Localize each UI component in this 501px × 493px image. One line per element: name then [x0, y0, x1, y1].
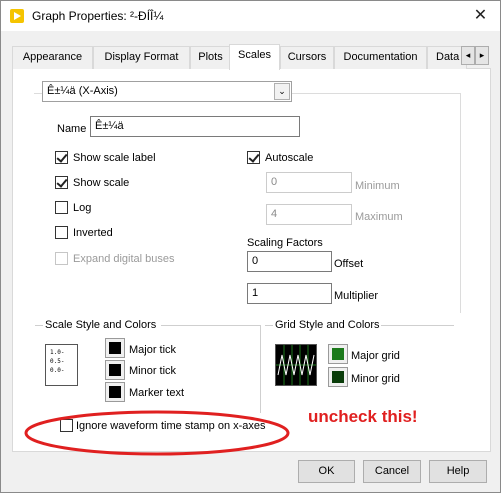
marker-text-color-fill — [109, 386, 121, 398]
annotation-ellipse — [24, 410, 290, 456]
axis-select-value: Ê±¼ä (X-Axis) — [47, 85, 118, 97]
multiplier-input[interactable]: 1 — [247, 283, 332, 304]
show-scale-checkbox[interactable] — [55, 176, 68, 189]
major-tick-color-fill — [109, 342, 121, 354]
scale-style-title: Scale Style and Colors — [45, 319, 157, 331]
minimum-label: Minimum — [355, 180, 400, 192]
multiplier-label: Multiplier — [334, 290, 379, 302]
inverted-text: Inverted — [73, 227, 113, 239]
labview-app-icon — [10, 9, 24, 23]
grid-waveform-icon — [276, 345, 316, 385]
minor-grid-label: Minor grid — [351, 373, 400, 385]
help-button[interactable]: Help — [429, 460, 487, 483]
tab-documentation[interactable]: Documentation — [334, 46, 427, 69]
offset-label: Offset — [334, 258, 364, 270]
offset-input[interactable]: 0 — [247, 251, 332, 272]
close-icon[interactable]: ✕ — [461, 1, 500, 31]
maximum-input[interactable]: 4 — [266, 204, 352, 225]
chevron-down-icon[interactable]: ⌄ — [274, 83, 290, 100]
annotation-text: uncheck this! — [308, 407, 418, 426]
minor-grid-color-swatch[interactable] — [328, 367, 348, 387]
major-tick-color-swatch[interactable] — [105, 338, 125, 358]
tab-strip: Appearance Display Format Plots Scales C… — [12, 44, 492, 70]
window-title: Graph Properties: ²-ÐÍÎ¼ — [32, 9, 164, 23]
tab-scroll-right-icon[interactable]: ▸ — [475, 46, 489, 65]
scale-icon-line-3: 0.0- — [50, 367, 65, 374]
tab-appearance[interactable]: Appearance — [12, 46, 93, 69]
show-scale-text: Show scale — [73, 177, 130, 189]
autoscale-checkbox[interactable] — [247, 151, 260, 164]
scaling-factors-title: Scaling Factors — [247, 237, 323, 249]
scale-style-line-left — [35, 325, 43, 326]
major-tick-label: Major tick — [129, 344, 177, 356]
grid-style-icon[interactable] — [275, 344, 317, 386]
tab-cursors[interactable]: Cursors — [280, 46, 334, 69]
expand-digital-buses-checkbox[interactable] — [55, 252, 68, 265]
tab-scroll-arrows: ◂ ▸ — [461, 46, 489, 65]
marker-text-label: Marker text — [129, 387, 185, 399]
log-text: Log — [73, 202, 92, 214]
scale-style-icon[interactable]: 1.0- 0.5- 0.0- — [45, 344, 78, 386]
graph-properties-window: Graph Properties: ²-ÐÍÎ¼ ✕ Appearance Di… — [0, 0, 501, 493]
tab-scroll-left-icon[interactable]: ◂ — [461, 46, 475, 65]
minor-tick-label: Minor tick — [129, 365, 177, 377]
scale-icon-line-2: 0.5- — [50, 358, 65, 365]
tab-plots[interactable]: Plots — [190, 46, 231, 69]
inverted-checkbox[interactable] — [55, 226, 68, 239]
log-checkbox[interactable] — [55, 201, 68, 214]
marker-text-color-swatch[interactable] — [105, 382, 125, 402]
minor-tick-color-swatch[interactable] — [105, 360, 125, 380]
style-divider — [260, 325, 261, 413]
major-grid-color-fill — [332, 348, 344, 360]
autoscale-text: Autoscale — [265, 152, 314, 164]
maximum-label: Maximum — [355, 211, 403, 223]
grid-style-title: Grid Style and Colors — [275, 319, 380, 331]
grid-style-line-left — [265, 325, 273, 326]
minor-grid-color-fill — [332, 371, 344, 383]
scale-style-line-right — [161, 325, 261, 326]
minimum-input[interactable]: 0 — [266, 172, 352, 193]
ok-button[interactable]: OK — [298, 460, 355, 483]
expand-digital-buses-text: Expand digital buses — [73, 253, 175, 265]
scale-icon-line-1: 1.0- — [50, 349, 65, 356]
major-grid-label: Major grid — [351, 350, 400, 362]
show-scale-label-text: Show scale label — [73, 152, 156, 164]
grid-style-line-right — [381, 325, 454, 326]
show-scale-label-checkbox[interactable] — [55, 151, 68, 164]
tab-display-format[interactable]: Display Format — [93, 46, 190, 69]
axis-group-border-right — [460, 93, 461, 313]
tab-scales[interactable]: Scales — [229, 44, 280, 70]
major-grid-color-swatch[interactable] — [328, 344, 348, 364]
title-bar: Graph Properties: ²-ÐÍÎ¼ ✕ — [1, 1, 500, 31]
name-label: Name — [57, 123, 87, 135]
name-input[interactable]: Ê±¼ä — [90, 116, 300, 137]
axis-select[interactable]: Ê±¼ä (X-Axis) ⌄ — [42, 81, 292, 102]
cancel-button[interactable]: Cancel — [363, 460, 421, 483]
minor-tick-color-fill — [109, 364, 121, 376]
